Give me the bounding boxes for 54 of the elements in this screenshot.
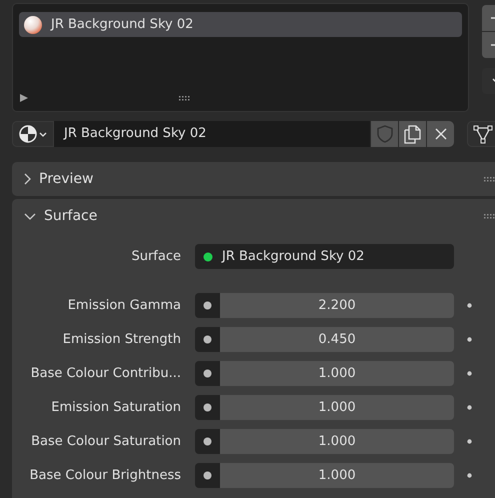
close-icon — [434, 128, 446, 140]
keyframe-dot-icon[interactable] — [467, 405, 472, 410]
socket-toggle-button[interactable] — [195, 293, 220, 318]
keyframe-dot-icon[interactable] — [467, 439, 472, 444]
material-browse-button[interactable] — [12, 121, 54, 147]
socket-dot-icon — [203, 403, 212, 412]
material-sphere-icon — [24, 16, 42, 34]
panel-header[interactable]: Surface — [12, 199, 495, 234]
number-field[interactable]: 1.000 — [220, 429, 454, 454]
socket-toggle-button[interactable] — [195, 361, 220, 386]
field-label: Base Colour Saturation — [30, 433, 182, 451]
number-field[interactable]: 1.000 — [220, 463, 454, 488]
material-ball-icon — [19, 125, 37, 143]
copy-icon — [404, 124, 421, 144]
chevron-right-icon — [24, 173, 31, 185]
socket-dot-icon — [203, 335, 212, 344]
drag-handle-icon[interactable] — [179, 96, 190, 100]
drag-handle-icon[interactable] — [484, 176, 495, 182]
socket-dot-icon — [203, 369, 212, 378]
shader-socket-icon — [203, 252, 213, 262]
socket-toggle-button[interactable] — [195, 463, 220, 488]
chevron-down-icon — [24, 212, 36, 220]
duplicate-button[interactable] — [399, 121, 426, 147]
socket-toggle-button[interactable] — [195, 429, 220, 454]
socket-toggle-button[interactable] — [195, 395, 220, 420]
field-label: Emission Strength — [62, 331, 182, 349]
socket-dot-icon — [203, 471, 212, 480]
material-name-field[interactable]: JR Background Sky 02 — [54, 121, 370, 147]
field-label: Emission Saturation — [50, 399, 182, 417]
field-label: Surface — [130, 248, 182, 266]
socket-dot-icon — [203, 301, 212, 310]
field-label: Base Colour Contribu... — [30, 365, 182, 383]
number-field[interactable]: 1.000 — [220, 395, 454, 420]
socket-toggle-button[interactable] — [195, 327, 220, 352]
shield-icon — [376, 125, 392, 143]
material-slot-item[interactable]: JR Background Sky 02 — [19, 12, 462, 37]
expand-triangle-icon[interactable] — [19, 93, 29, 103]
surface-shader-field[interactable]: JR Background Sky 02 — [195, 244, 454, 270]
panel-header[interactable]: Preview — [12, 162, 495, 196]
socket-dot-icon — [203, 437, 212, 446]
field-label: Emission Gamma — [66, 297, 182, 315]
number-field[interactable]: 1.000 — [220, 361, 454, 386]
keyframe-dot-icon[interactable] — [467, 473, 472, 478]
node-button[interactable] — [467, 121, 495, 147]
keyframe-dot-icon[interactable] — [467, 371, 472, 376]
drag-handle-icon[interactable] — [484, 214, 495, 219]
keyframe-dot-icon[interactable] — [467, 303, 472, 308]
chevron-down-icon — [39, 132, 47, 136]
keyframe-dot-icon[interactable] — [467, 337, 472, 342]
field-label: Base Colour Brightness — [28, 467, 182, 485]
node-tree-icon — [473, 124, 493, 144]
number-field[interactable]: 2.200 — [220, 293, 454, 318]
number-field[interactable]: 0.450 — [220, 327, 454, 352]
close-button[interactable] — [427, 121, 454, 147]
